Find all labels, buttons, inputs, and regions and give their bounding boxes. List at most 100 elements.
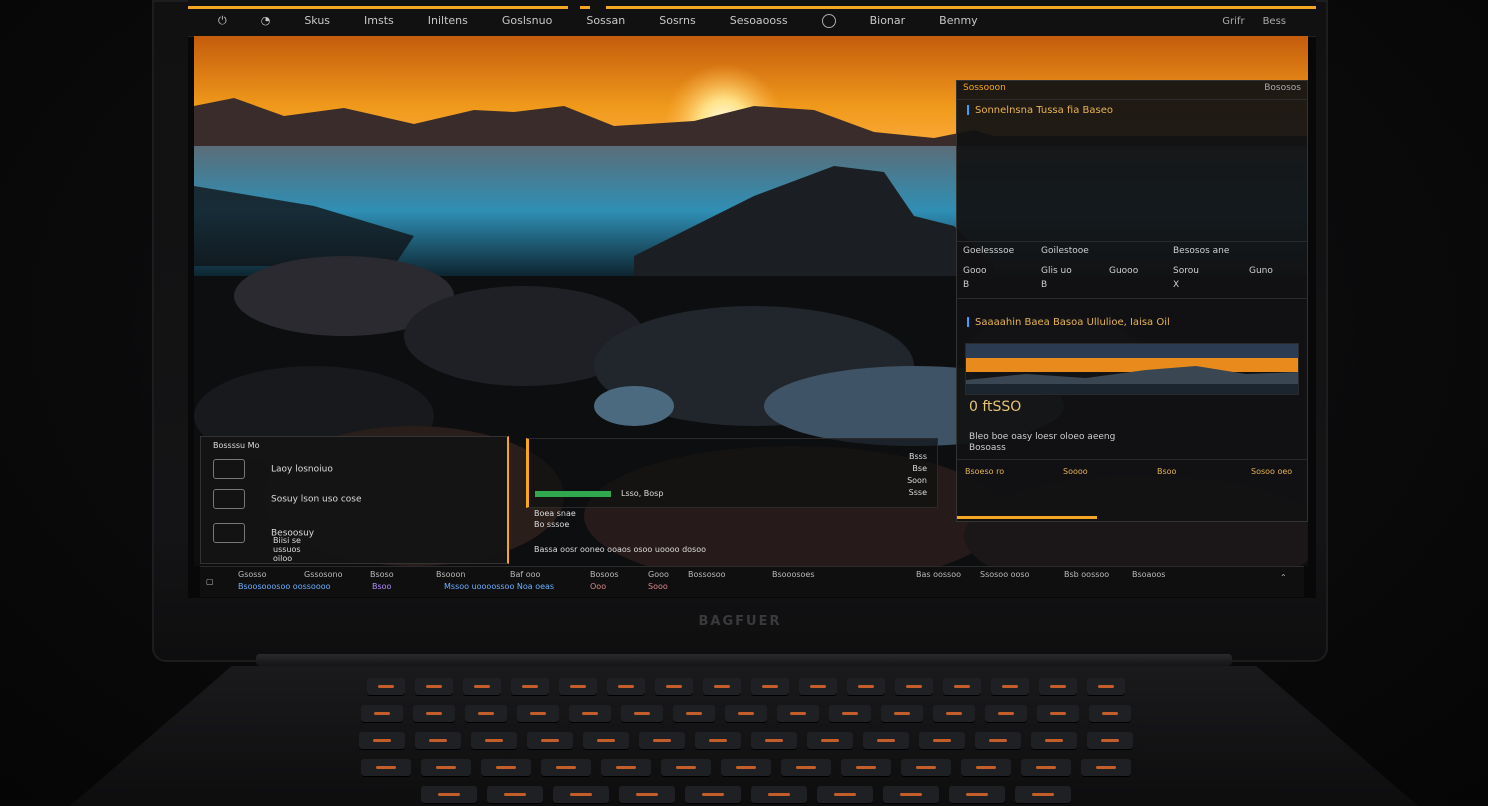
topbar-right-item[interactable]: Grifr [1222, 16, 1244, 27]
keyboard-key[interactable] [673, 705, 715, 723]
keyboard-key[interactable] [943, 678, 981, 696]
keyboard-key[interactable] [413, 705, 455, 723]
keyboard-key[interactable] [751, 732, 797, 750]
keyboard-key[interactable] [655, 678, 693, 696]
clock-icon[interactable]: ◔ [261, 14, 271, 31]
status-item[interactable]: Gssosono [304, 570, 342, 579]
status-item[interactable]: Baf ooo [510, 570, 540, 579]
landscape-thumbnail[interactable] [965, 343, 1299, 395]
keyboard-key[interactable] [725, 705, 767, 723]
topbar-right-item[interactable]: Bess [1263, 16, 1286, 27]
keyboard-key[interactable] [781, 759, 831, 777]
status-item[interactable]: Bosoos [590, 570, 619, 579]
menu-item[interactable]: Bionar [870, 14, 906, 31]
keyboard-key[interactable] [1021, 759, 1071, 777]
status-item[interactable]: Mssoo uoooossoo Noa oeas [444, 582, 554, 591]
keyboard-key[interactable] [661, 759, 711, 777]
status-item[interactable]: Bsb oossoo [1064, 570, 1109, 579]
keyboard-key[interactable] [949, 786, 1005, 804]
keyboard-key[interactable] [863, 732, 909, 750]
keyboard-key[interactable] [421, 786, 477, 804]
menu-item[interactable]: Sesoaooss [730, 14, 788, 31]
start-icon[interactable]: ▢ [206, 577, 214, 586]
keyboard-key[interactable] [841, 759, 891, 777]
menu-item[interactable]: Sosrns [659, 14, 695, 31]
status-item[interactable]: Bsoo [372, 582, 391, 591]
status-item[interactable]: Bsoosooosoo oossoooo [238, 582, 331, 591]
keyboard-key[interactable] [703, 678, 741, 696]
keyboard-key[interactable] [1089, 705, 1131, 723]
menu-item[interactable]: Sossan [586, 14, 625, 31]
footer-link[interactable]: Sosoo oeo [1251, 467, 1292, 476]
status-item[interactable]: Bsoso [370, 570, 394, 579]
keyboard-key[interactable] [1081, 759, 1131, 777]
activity-item[interactable]: Ssse [907, 487, 927, 499]
menu-item[interactable]: Imsts [364, 14, 394, 31]
keyboard-key[interactable] [817, 786, 873, 804]
keyboard-key[interactable] [541, 759, 591, 777]
keyboard-key[interactable] [829, 705, 871, 723]
list-item[interactable]: Besoosuy Biisi se ussuos oiloo [213, 523, 314, 563]
activity-item[interactable]: Soon [907, 475, 927, 487]
activity-item[interactable]: Bsss [907, 451, 927, 463]
keyboard-key[interactable] [415, 732, 461, 750]
keyboard-key[interactable] [847, 678, 885, 696]
menu-item[interactable]: Skus [304, 14, 330, 31]
keyboard-key[interactable] [601, 759, 651, 777]
keyboard-key[interactable] [901, 759, 951, 777]
keyboard-key[interactable] [553, 786, 609, 804]
globe-icon[interactable] [821, 14, 836, 31]
keyboard-key[interactable] [487, 786, 543, 804]
status-item[interactable]: Ooo [590, 582, 606, 591]
status-item[interactable]: Bsooon [436, 570, 465, 579]
keyboard-key[interactable] [619, 786, 675, 804]
footer-link[interactable]: Bsoo [1157, 467, 1176, 476]
menu-item[interactable]: Benmy [939, 14, 978, 31]
keyboard-key[interactable] [919, 732, 965, 750]
keyboard-key[interactable] [721, 759, 771, 777]
keyboard-key[interactable] [685, 786, 741, 804]
keyboard-key[interactable] [415, 678, 453, 696]
status-item[interactable]: Ssosoo ooso [980, 570, 1030, 579]
keyboard-key[interactable] [607, 678, 645, 696]
keyboard-key[interactable] [639, 732, 685, 750]
keyboard-key[interactable] [695, 732, 741, 750]
keyboard-key[interactable] [621, 705, 663, 723]
status-item[interactable]: Bsooosoes [772, 570, 815, 579]
keyboard-key[interactable] [881, 705, 923, 723]
keyboard-key[interactable] [361, 759, 411, 777]
keyboard-key[interactable] [583, 732, 629, 750]
keyboard-key[interactable] [1031, 732, 1077, 750]
status-item[interactable]: Bossosoo [688, 570, 726, 579]
keyboard-key[interactable] [1087, 732, 1133, 750]
status-item[interactable]: Sooo [648, 582, 668, 591]
keyboard-key[interactable] [361, 705, 403, 723]
panel-header-menu[interactable]: Bososos [1264, 83, 1301, 97]
keyboard-key[interactable] [481, 759, 531, 777]
keyboard-key[interactable] [799, 678, 837, 696]
keyboard-key[interactable] [975, 732, 1021, 750]
keyboard-key[interactable] [359, 732, 405, 750]
status-item[interactable]: Bas oossoo [916, 570, 961, 579]
keyboard-key[interactable] [367, 678, 405, 696]
keyboard-key[interactable] [517, 705, 559, 723]
list-item[interactable]: Sosuy lson uso cose [213, 489, 362, 509]
keyboard-key[interactable] [961, 759, 1011, 777]
keyboard-key[interactable] [883, 786, 939, 804]
footer-link[interactable]: Soooo [1063, 467, 1088, 476]
keyboard-key[interactable] [777, 705, 819, 723]
keyboard-key[interactable] [895, 678, 933, 696]
keyboard-key[interactable] [933, 705, 975, 723]
activity-item[interactable]: Bse [907, 463, 927, 475]
keyboard-key[interactable] [527, 732, 573, 750]
keyboard-key[interactable] [1087, 678, 1125, 696]
status-item[interactable]: Gsosso [238, 570, 267, 579]
keyboard-key[interactable] [807, 732, 853, 750]
expand-icon[interactable]: ⌃ [1280, 573, 1287, 582]
keyboard-key[interactable] [511, 678, 549, 696]
footer-link[interactable]: Bsoeso ro [965, 467, 1004, 476]
keyboard-key[interactable] [991, 678, 1029, 696]
keyboard-key[interactable] [569, 705, 611, 723]
keyboard-key[interactable] [1037, 705, 1079, 723]
keyboard-key[interactable] [1039, 678, 1077, 696]
